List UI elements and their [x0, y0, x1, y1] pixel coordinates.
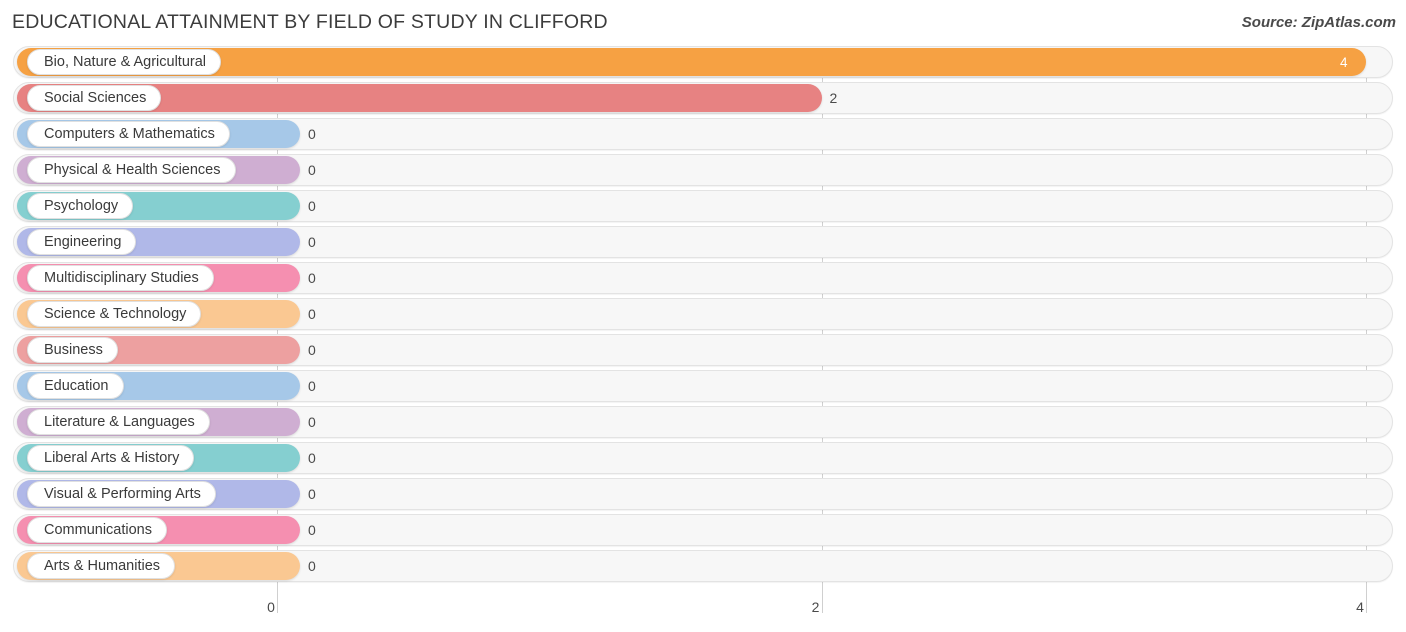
category-label-pill[interactable]: Computers & Mathematics — [27, 121, 230, 147]
category-label-pill[interactable]: Science & Technology — [27, 301, 202, 327]
category-label: Communications — [44, 521, 152, 538]
category-label: Engineering — [44, 233, 122, 250]
category-label: Literature & Languages — [44, 413, 195, 430]
x-tick-mark — [277, 594, 278, 613]
bar-value-label: 0 — [308, 450, 316, 466]
x-axis: 0 2 4 — [0, 594, 1406, 632]
bar-rows: Bio, Nature & Agricultural 4 Social Scienc… — [0, 46, 1406, 586]
category-label-pill[interactable]: Psychology — [27, 193, 134, 219]
category-label: Visual & Performing Arts — [44, 485, 201, 502]
category-label: Physical & Health Sciences — [44, 161, 221, 178]
category-label-pill[interactable]: Physical & Health Sciences — [27, 157, 236, 183]
x-tick-label: 2 — [811, 599, 820, 615]
bar-value-label: 0 — [308, 342, 316, 358]
category-label-pill[interactable]: Arts & Humanities — [27, 553, 176, 579]
bar-row[interactable]: Bio, Nature & Agricultural 4 — [0, 46, 1406, 78]
category-label-pill[interactable]: Education — [27, 373, 124, 399]
category-label: Arts & Humanities — [44, 557, 161, 574]
bar-value-label: 0 — [308, 234, 316, 250]
category-label-pill[interactable]: Liberal Arts & History — [27, 445, 195, 471]
category-label: Multidisciplinary Studies — [44, 269, 199, 286]
category-label: Social Sciences — [44, 89, 147, 106]
bar-row[interactable]: Social Sciences 2 — [0, 82, 1406, 114]
x-tick-label: 4 — [1356, 599, 1364, 615]
category-label-pill[interactable]: Communications — [27, 517, 167, 543]
bar-row[interactable]: Education 0 — [0, 370, 1406, 402]
bar-row[interactable]: Visual & Performing Arts 0 — [0, 478, 1406, 510]
bar-value-label: 0 — [308, 270, 316, 286]
bar-row[interactable]: Science & Technology 0 — [0, 298, 1406, 330]
plot-area: Bio, Nature & Agricultural 4 Social Scienc… — [0, 46, 1406, 594]
bar-value-label: 0 — [308, 378, 316, 394]
bar-value-label: 0 — [308, 162, 316, 178]
category-label: Liberal Arts & History — [44, 449, 180, 466]
source-attribution: Source: ZipAtlas.com — [1241, 14, 1396, 31]
category-label: Business — [44, 341, 103, 358]
bar-row[interactable]: Multidisciplinary Studies 0 — [0, 262, 1406, 294]
category-label-pill[interactable]: Visual & Performing Arts — [27, 481, 216, 507]
x-tick-label: 0 — [267, 599, 275, 615]
category-label-pill[interactable]: Multidisciplinary Studies — [27, 265, 214, 291]
bar-value-label: 0 — [308, 558, 316, 574]
chart-header: EDUCATIONAL ATTAINMENT BY FIELD OF STUDY… — [0, 0, 1406, 46]
category-label: Bio, Nature & Agricultural — [44, 53, 206, 70]
bar-value-label: 0 — [308, 486, 316, 502]
bar-value-label: 0 — [308, 198, 316, 214]
category-label-pill[interactable]: Social Sciences — [27, 85, 162, 111]
category-label-pill[interactable]: Literature & Languages — [27, 409, 210, 435]
bar-value-label: 0 — [308, 306, 316, 322]
category-label: Education — [44, 377, 109, 394]
bar-row[interactable]: Arts & Humanities 0 — [0, 550, 1406, 582]
page-title: EDUCATIONAL ATTAINMENT BY FIELD OF STUDY… — [12, 11, 608, 33]
category-label: Psychology — [44, 197, 119, 214]
bar-value-label: 0 — [308, 414, 316, 430]
x-tick-mark — [1366, 594, 1367, 613]
bar-row[interactable]: Liberal Arts & History 0 — [0, 442, 1406, 474]
bar-row[interactable]: Communications 0 — [0, 514, 1406, 546]
category-label: Computers & Mathematics — [44, 125, 215, 142]
bar-row[interactable]: Physical & Health Sciences 0 — [0, 154, 1406, 186]
bar-row[interactable]: Engineering 0 — [0, 226, 1406, 258]
x-tick-mark — [821, 594, 823, 613]
bar-row[interactable]: Computers & Mathematics 0 — [0, 118, 1406, 150]
bar-value-label: 2 — [829, 90, 838, 106]
chart-page: EDUCATIONAL ATTAINMENT BY FIELD OF STUDY… — [0, 0, 1406, 632]
bar-row[interactable]: Business 0 — [0, 334, 1406, 366]
category-label-pill[interactable]: Engineering — [27, 229, 137, 255]
bar-row[interactable]: Literature & Languages 0 — [0, 406, 1406, 438]
bar-value-label: 0 — [308, 522, 316, 538]
category-label-pill[interactable]: Bio, Nature & Agricultural — [27, 49, 221, 75]
bar-row[interactable]: Psychology 0 — [0, 190, 1406, 222]
bar-value-label: 0 — [308, 126, 316, 142]
category-label-pill[interactable]: Business — [27, 337, 118, 363]
category-label: Science & Technology — [44, 305, 187, 322]
bar-value-label: 4 — [1340, 54, 1348, 70]
